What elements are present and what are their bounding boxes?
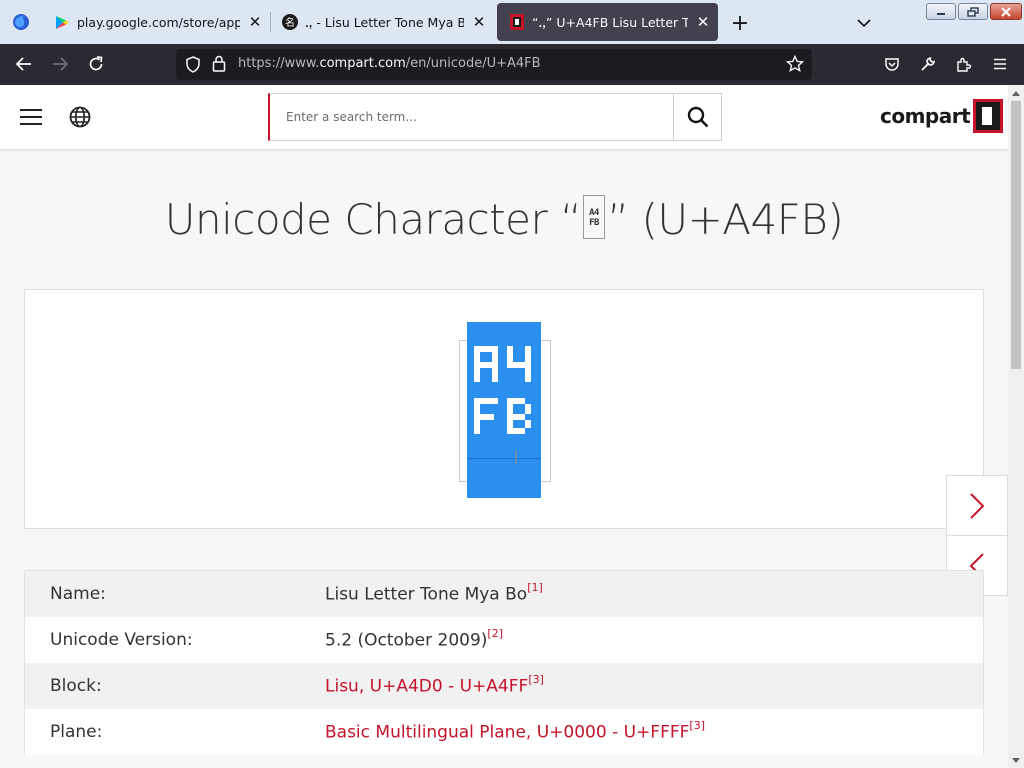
lock-icon[interactable] (212, 55, 226, 76)
url-domain: compart.com (319, 56, 406, 71)
name-value-text: Lisu Letter Tone Mya Bo (325, 584, 528, 605)
page-title-prefix: Unicode Character “ (164, 195, 582, 244)
google-play-icon (54, 14, 70, 30)
new-tab-button[interactable]: + (726, 9, 754, 37)
unicode-site-icon: 名 (282, 14, 298, 30)
navigation-toolbar: https://www.compart.com/en/unicode/U+A4F… (0, 44, 1024, 85)
close-tab-icon[interactable]: ✕ (246, 13, 264, 31)
pocket-icon (885, 57, 899, 71)
scroll-up-arrow-icon[interactable] (1008, 85, 1024, 101)
property-name: Unicode Version: (50, 630, 193, 650)
search-input[interactable] (270, 94, 673, 140)
character-properties-table: Name: Lisu Letter Tone Mya Bo[1] Unicode… (24, 570, 984, 755)
chevron-down-icon (857, 19, 871, 27)
tab-title: “ꓻ” U+A4FB Lisu Letter Tone M (532, 14, 688, 30)
tab-title: play.google.com/store/apps/co (77, 14, 240, 30)
page-title: Unicode Character “ A4 FB ” (U+A4FB) (0, 194, 1008, 245)
table-row: Block: Lisu, U+A4D0 - U+A4FF[3] (25, 663, 983, 709)
property-name: Plane: (50, 722, 103, 742)
firefox-icon (13, 14, 29, 30)
tab-unicode-info[interactable]: 名 ꓻ - Lisu Letter Tone Mya Bo, U ✕ (270, 0, 494, 44)
arrow-right-icon (53, 57, 68, 71)
next-character-button[interactable] (946, 475, 1008, 536)
close-window-button[interactable] (990, 3, 1022, 20)
logo-wordmark: compart (880, 104, 971, 128)
glyph-preview-card (24, 289, 984, 529)
chevron-right-icon (970, 492, 985, 519)
wrench-icon (921, 57, 935, 71)
compart-logo-mark (973, 99, 1004, 133)
bookmark-star-icon[interactable] (785, 54, 805, 77)
fallback-hex-glyph (467, 346, 541, 464)
search-button[interactable] (673, 93, 722, 141)
glyph-rendering (467, 322, 541, 498)
close-tab-icon[interactable]: ✕ (470, 13, 488, 31)
footnote-ref[interactable]: [3] (689, 719, 705, 732)
site-header: compart (0, 85, 1008, 149)
search-icon (687, 106, 708, 128)
property-value: 5.2 (October 2009)[2] (325, 627, 983, 651)
scrollbar-thumb[interactable] (1011, 101, 1021, 369)
tracking-protection-shield-icon[interactable] (185, 56, 201, 77)
tab-compart-active[interactable]: “ꓻ” U+A4FB Lisu Letter Tone M ✕ (497, 3, 718, 41)
missing-glyph-box: A4 FB (583, 194, 606, 239)
url-path: /en/unicode/U+A4FB (405, 56, 541, 71)
page-scrollbar[interactable] (1008, 85, 1024, 768)
minimize-icon (937, 12, 945, 15)
footnote-ref[interactable]: [1] (527, 581, 543, 594)
hamburger-menu-icon (994, 58, 1006, 70)
minimize-window-button[interactable] (926, 3, 956, 20)
restore-icon (967, 6, 979, 17)
footnote-ref[interactable]: [3] (528, 673, 544, 686)
svg-text:名: 名 (285, 16, 295, 29)
property-value: Lisu Letter Tone Mya Bo[1] (325, 581, 983, 605)
property-value: Lisu, U+A4D0 - U+A4FF[3] (325, 673, 983, 697)
version-value-text: 5.2 (October 2009) (325, 630, 488, 651)
reload-icon (89, 56, 103, 71)
block-link[interactable]: Lisu, U+A4D0 - U+A4FF (325, 677, 528, 697)
devtools-button[interactable] (914, 50, 942, 78)
list-all-tabs-button[interactable] (850, 9, 878, 37)
firefox-view-button[interactable] (0, 0, 42, 44)
application-menu-button[interactable] (986, 50, 1014, 78)
compart-icon (509, 14, 525, 30)
tab-title: ꓻ - Lisu Letter Tone Mya Bo, U (305, 14, 464, 30)
compart-logo[interactable]: compart (880, 99, 1004, 133)
property-name: Name: (50, 584, 106, 604)
reload-button[interactable] (82, 50, 110, 78)
svg-text:A4: A4 (589, 208, 600, 218)
page-title-suffix: ” (U+A4FB) (607, 195, 844, 244)
property-value: Basic Multilingual Plane, U+0000 - U+FFF… (325, 719, 983, 743)
close-tab-icon[interactable]: ✕ (694, 13, 712, 31)
property-name: Block: (50, 676, 102, 696)
forward-button[interactable] (46, 50, 74, 78)
arrow-left-icon (16, 57, 31, 71)
address-bar[interactable]: https://www.compart.com/en/unicode/U+A4F… (176, 49, 812, 80)
table-row: Name: Lisu Letter Tone Mya Bo[1] (25, 571, 983, 617)
restore-window-button[interactable] (958, 3, 988, 20)
svg-text:FB: FB (589, 218, 600, 228)
site-search-box (268, 93, 674, 141)
back-button[interactable] (10, 50, 38, 78)
table-row: Unicode Version: 5.2 (October 2009)[2] (25, 617, 983, 663)
close-icon (1001, 6, 1011, 17)
url-prefix: https://www. (238, 56, 320, 71)
tab-google-play[interactable]: play.google.com/store/apps/co ✕ (42, 0, 271, 44)
plane-link[interactable]: Basic Multilingual Plane, U+0000 - U+FFF… (325, 723, 689, 743)
puzzle-piece-icon (957, 57, 972, 72)
pocket-button[interactable] (878, 50, 906, 78)
scroll-down-arrow-icon[interactable] (1008, 752, 1024, 768)
plus-icon: + (730, 10, 750, 36)
table-row: Plane: Basic Multilingual Plane, U+0000 … (25, 709, 983, 755)
footnote-ref[interactable]: [2] (487, 627, 503, 640)
url-text[interactable]: https://www.compart.com/en/unicode/U+A4F… (238, 56, 541, 71)
language-globe-icon[interactable] (68, 105, 92, 129)
web-page: compart Unicode Character “ A4 FB ” (U+A… (0, 85, 1008, 768)
tab-strip: play.google.com/store/apps/co ✕ 名 ꓻ - Li… (0, 0, 1024, 44)
extensions-button[interactable] (950, 50, 978, 78)
site-menu-button[interactable] (20, 107, 44, 127)
